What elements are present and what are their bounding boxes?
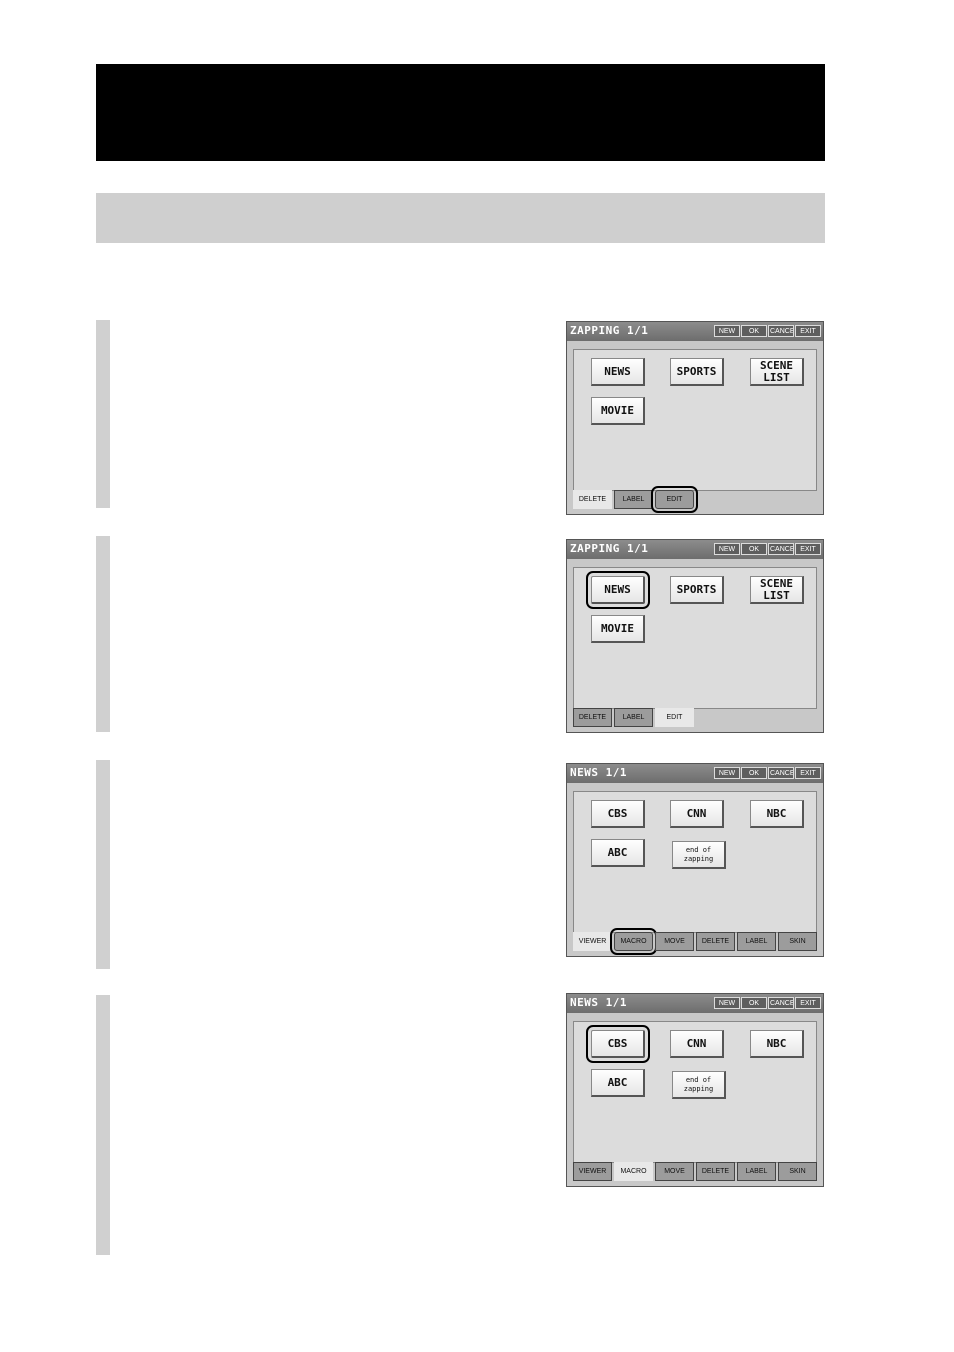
tab-skin[interactable]: SKIN [778,1162,817,1181]
cbs-button[interactable]: CBS [586,1025,650,1063]
tab-skin[interactable]: SKIN [778,932,817,951]
screen-title: ZAPPING 1/1 [570,324,649,337]
button-panel: CBS CNN NBC ABC end of zapping [573,1021,817,1163]
news-button[interactable]: NEWS [591,358,645,386]
new-button[interactable]: NEW [714,767,740,779]
tab-label[interactable]: LABEL [614,708,653,727]
tab-delete[interactable]: DELETE [696,1162,735,1181]
end-of-zapping-button[interactable]: end of zapping [672,841,726,869]
new-button[interactable]: NEW [714,325,740,337]
screen-header: ZAPPING 1/1 NEW OK CANCEL EXIT [567,322,823,341]
chapter-title-bar [96,64,825,161]
screen-header: ZAPPING 1/1 NEW OK CANCEL EXIT [567,540,823,559]
ok-button[interactable]: OK [741,767,767,779]
end-of-zapping-button[interactable]: end of zapping [672,1071,726,1099]
sports-button[interactable]: SPORTS [670,576,724,604]
cancel-button[interactable]: CANCEL [768,543,794,555]
movie-button[interactable]: MOVIE [591,397,645,425]
screen-header: NEWS 1/1 NEW OK CANCEL EXIT [567,764,823,783]
nbc-button[interactable]: NBC [750,800,804,828]
new-button[interactable]: NEW [714,997,740,1009]
button-panel: NEWS SPORTS SCENE LIST MOVIE [573,349,817,491]
screen-title: ZAPPING 1/1 [570,542,649,555]
exit-button[interactable]: EXIT [795,997,821,1009]
cnn-button[interactable]: CNN [670,1030,724,1058]
tab-delete[interactable]: DELETE [573,490,612,509]
exit-button[interactable]: EXIT [795,543,821,555]
screen-2: ZAPPING 1/1 NEW OK CANCEL EXIT NEWS SPOR… [566,539,824,733]
tab-macro[interactable]: MACRO [614,1162,653,1181]
new-button[interactable]: NEW [714,543,740,555]
tab-delete[interactable]: DELETE [696,932,735,951]
tab-label[interactable]: LABEL [737,1162,776,1181]
button-panel: NEWS SPORTS SCENE LIST MOVIE [573,567,817,709]
exit-button[interactable]: EXIT [795,325,821,337]
sports-button[interactable]: SPORTS [670,358,724,386]
screen-1: ZAPPING 1/1 NEW OK CANCEL EXIT NEWS SPOR… [566,321,824,515]
screen-4: NEWS 1/1 NEW OK CANCEL EXIT CBS CNN NBC … [566,993,824,1187]
cancel-button[interactable]: CANCEL [768,325,794,337]
ok-button[interactable]: OK [741,325,767,337]
movie-button[interactable]: MOVIE [591,615,645,643]
cbs-button[interactable]: CBS [591,800,645,828]
tab-delete[interactable]: DELETE [573,708,612,727]
screen-header: NEWS 1/1 NEW OK CANCEL EXIT [567,994,823,1013]
tab-move[interactable]: MOVE [655,932,694,951]
cnn-button[interactable]: CNN [670,800,724,828]
cancel-button[interactable]: CANCEL [768,767,794,779]
step-2-marker [96,536,110,732]
screen-title: NEWS 1/1 [570,996,627,1009]
news-button[interactable]: NEWS [586,571,650,609]
screen-3: NEWS 1/1 NEW OK CANCEL EXIT CBS CNN NBC … [566,763,824,957]
ok-button[interactable]: OK [741,997,767,1009]
step-4-marker [96,995,110,1255]
ok-button[interactable]: OK [741,543,767,555]
screen-title: NEWS 1/1 [570,766,627,779]
tab-viewer[interactable]: VIEWER [573,932,612,951]
tab-label[interactable]: LABEL [737,932,776,951]
nbc-button[interactable]: NBC [750,1030,804,1058]
tab-label[interactable]: LABEL [614,490,653,509]
step-1-marker [96,320,110,508]
tab-viewer[interactable]: VIEWER [573,1162,612,1181]
scene-list-button[interactable]: SCENE LIST [750,576,804,604]
tab-edit[interactable]: EDIT [655,708,694,727]
scene-list-button[interactable]: SCENE LIST [750,358,804,386]
abc-button[interactable]: ABC [591,1069,645,1097]
tab-edit[interactable]: EDIT [651,486,698,513]
exit-button[interactable]: EXIT [795,767,821,779]
abc-button[interactable]: ABC [591,839,645,867]
section-heading-bar [96,193,825,243]
cancel-button[interactable]: CANCEL [768,997,794,1009]
tab-move[interactable]: MOVE [655,1162,694,1181]
step-3-marker [96,760,110,969]
button-panel: CBS CNN NBC ABC end of zapping [573,791,817,933]
tab-macro[interactable]: MACRO [610,928,657,955]
